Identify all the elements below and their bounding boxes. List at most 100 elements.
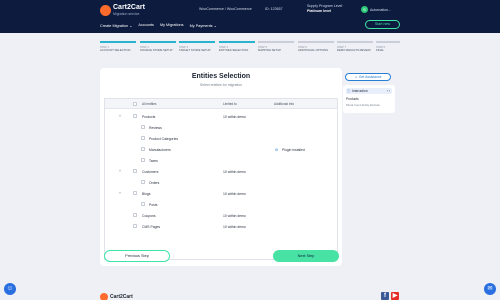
entity-label: Manufacturers [149,147,171,152]
step-final: STEP 8 FINAL [376,41,400,52]
table-row: Posts [105,199,337,210]
user-avatar[interactable]: S [361,6,368,13]
step-progress-bar [298,41,334,43]
cart2cart-logo[interactable]: Cart2Cart Migration service [100,4,145,16]
instruction-header[interactable]: ⓘ Instruction ‹ › [346,88,392,94]
entity-label: Reviews [149,125,162,130]
row-checkbox[interactable] [141,202,145,207]
row-checkbox[interactable] [133,169,137,174]
row-checkbox[interactable] [141,125,145,130]
row-checkbox[interactable] [133,114,137,119]
support-value: Platinum level [307,9,332,13]
entity-label: Customers [142,169,159,174]
entity-info: Plugin installed [282,147,305,152]
entity-limit: 10 within demo [223,224,246,229]
table-row: Manufacturers ⚙ Plugin installed [105,144,337,155]
step-demo-results: STEP 7 DEMO RESULTS REVIEW [337,41,373,52]
row-checkbox[interactable] [141,147,145,152]
collapse-caret-icon[interactable]: ˄ [119,114,121,118]
page-title: Entities Selection [191,73,251,80]
entity-limit: 10 within demo [223,191,246,196]
select-all-checkbox[interactable] [133,102,137,106]
row-checkbox[interactable] [141,158,145,163]
get-assistance-button[interactable]: ☺ Get Assistance [345,73,391,81]
entities-table: All entities Limited to Additional info … [104,98,338,260]
table-row: ˄ Customers 10 within demo [105,166,337,177]
collapse-caret-icon[interactable]: ˄ [119,191,121,195]
start-new-button[interactable]: Start new [365,20,400,29]
entity-label: Products [142,114,156,119]
entity-limit: 10 within demo [223,169,246,174]
entity-label: Product Categories [149,136,179,141]
support-label: Supply Program Level [307,4,343,8]
row-checkbox[interactable] [141,136,145,141]
previous-step-button[interactable]: Previous Step [104,250,170,262]
table-row: Product Categories [105,133,337,144]
instruction-text: Plural Count Entity Exclude [346,103,380,107]
instruction-panel: ⓘ Instruction ‹ › Products Plural Count … [343,85,395,113]
user-name[interactable]: Automation... [370,8,391,12]
entity-label: Posts [149,202,158,207]
nav-accounts[interactable]: Accounts [138,23,154,28]
table-row: Coupons 10 within demo [105,210,337,221]
table-row: ˄ Blogs 10 within demo [105,188,337,199]
step-label: ADDITIONAL OPTIONS [298,47,329,52]
next-step-button[interactable]: Next Step [273,250,339,262]
table-row: Reviews [105,122,337,133]
support-chat-icon[interactable]: ✉ [484,283,496,295]
step-label: MAPPING SETUP [258,47,282,52]
entity-label: Taxes [149,158,158,163]
nav-my-payments[interactable]: My Payments ⌄ [190,23,217,28]
main-nav: Create Migration ⌄ Accounts My Migration… [100,23,217,28]
row-checkbox[interactable] [141,180,145,185]
step-additional-options: STEP 6 ADDITIONAL OPTIONS [298,41,334,52]
step-progress-bar [140,41,176,43]
step-account-selection[interactable]: STEP 1 ACCOUNT SELECTION [100,41,136,52]
step-label: ENTITIES SELECTION [219,47,249,52]
migration-steps: STEP 1 ACCOUNT SELECTION STEP 2 SOURCE S… [100,41,400,63]
step-entities-selection[interactable]: STEP 4 ENTITIES SELECTION [219,41,255,52]
footer: Cart2Cart f ▶ [0,285,500,300]
entity-label: Orders [149,180,160,185]
youtube-icon[interactable]: ▶ [391,292,399,300]
facebook-icon[interactable]: f [381,292,389,300]
table-header: All entities Limited to Additional info [105,99,337,109]
header-limited-to: Limited to [223,102,237,106]
row-checkbox[interactable] [133,213,137,218]
table-row: CMS Pages 10 within demo [105,221,337,232]
logo-text: Cart2Cart [113,4,145,11]
footer-logo-text: Cart2Cart [110,294,133,300]
logo-subtitle: Migration service [113,12,140,16]
step-progress-bar [100,41,136,43]
get-assistance-label: Get Assistance [358,75,382,79]
step-label: SOURCE STORE SETUP [140,47,173,52]
footer-logo[interactable]: Cart2Cart [100,293,133,300]
collapse-caret-icon[interactable]: ˄ [119,169,121,173]
step-progress-bar [179,41,215,43]
page-subtitle: Select entities for migration [199,83,243,87]
migration-pair: WooCommerce / WooCommerce [199,7,252,11]
step-progress-bar [337,41,373,43]
step-label: FINAL [376,47,384,52]
header-all-entities: All entities [142,102,157,106]
step-target-store[interactable]: STEP 3 TARGET STORE SETUP [179,41,215,52]
step-progress-bar [376,41,400,43]
row-checkbox[interactable] [133,224,137,229]
migration-id: ID: 123657 [265,7,283,11]
toggle-panel-icon[interactable]: ‹ › [387,88,390,94]
nav-create-migration[interactable]: Create Migration ⌄ [100,23,132,28]
entities-card: Entities Selection Select entities for m… [100,68,342,266]
entity-label: CMS Pages [142,224,161,229]
entity-label: Coupons [142,213,156,218]
instruction-title: Products [346,97,359,101]
step-label: TARGET STORE SETUP [179,47,211,52]
step-source-store[interactable]: STEP 2 SOURCE STORE SETUP [140,41,176,52]
logo-mark-icon [100,4,111,16]
chat-icon[interactable]: ☺ [4,283,16,295]
step-label: ACCOUNT SELECTION [100,47,131,52]
table-row: ˄ Products 10 within demo [105,111,337,122]
table-row: Taxes [105,155,337,166]
row-checkbox[interactable] [133,191,137,196]
nav-my-migrations[interactable]: My Migrations [160,23,184,28]
plugin-gear-icon: ⚙ [275,147,279,152]
